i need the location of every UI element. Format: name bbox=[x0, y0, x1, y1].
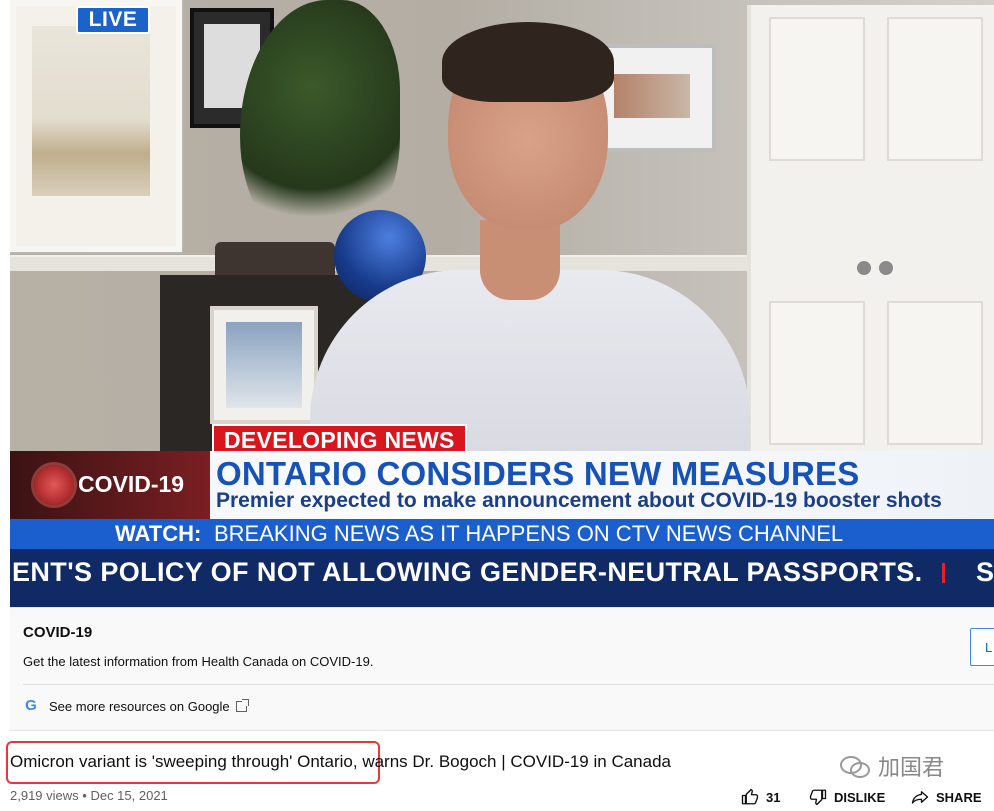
external-link-icon bbox=[235, 698, 249, 712]
person-neck bbox=[480, 220, 560, 300]
framed-photo bbox=[210, 306, 318, 424]
more-resources-link[interactable]: G See more resources on Google bbox=[23, 697, 249, 714]
view-count: 2,919 views bbox=[10, 788, 79, 803]
news-subheadline: Premier expected to make announcement ab… bbox=[216, 489, 942, 512]
share-icon bbox=[911, 791, 929, 804]
google-icon: G bbox=[25, 697, 37, 714]
learn-more-button[interactable]: L bbox=[970, 628, 994, 666]
watermark-text: 加国君 bbox=[878, 755, 945, 780]
wall-painting bbox=[10, 0, 182, 252]
virus-icon bbox=[34, 465, 74, 505]
live-badge: LIVE bbox=[76, 6, 150, 34]
news-ticker: ENT'S POLICY OF NOT ALLOWING GENDER-NEUT… bbox=[10, 549, 994, 607]
covid-logo: COVID-19 bbox=[10, 451, 210, 519]
info-panel-description[interactable]: Get the latest information from Health C… bbox=[23, 654, 373, 669]
share-label: SHARE bbox=[936, 789, 982, 805]
lower-third: COVID-19 ONTARIO CONSIDERS NEW MEASURES … bbox=[10, 451, 994, 519]
more-resources-text: See more resources on Google bbox=[49, 698, 230, 714]
dislike-label: DISLIKE bbox=[834, 789, 886, 805]
share-button[interactable]: SHARE bbox=[910, 788, 982, 806]
ticker-separator bbox=[942, 563, 945, 583]
thumbs-up-icon bbox=[741, 788, 759, 805]
door bbox=[747, 5, 994, 452]
person-hair bbox=[442, 22, 614, 102]
video-player[interactable]: LIVE DEVELOPING NEWS COVID-19 ONTARIO CO… bbox=[10, 0, 994, 607]
covid-info-panel: COVID-19 Get the latest information from… bbox=[10, 607, 994, 731]
news-headline: ONTARIO CONSIDERS NEW MEASURES bbox=[216, 455, 860, 492]
like-button[interactable]: 31 bbox=[740, 788, 780, 806]
watch-label: WATCH: bbox=[115, 521, 202, 546]
ticker-text: ENT'S POLICY OF NOT ALLOWING GENDER-NEUT… bbox=[12, 557, 923, 587]
publish-date: Dec 15, 2021 bbox=[90, 788, 168, 803]
video-title: Omicron variant is 'sweeping through' On… bbox=[10, 752, 671, 771]
wechat-watermark: 加国君 bbox=[840, 750, 944, 782]
thumbs-down-icon bbox=[809, 789, 827, 806]
info-divider bbox=[23, 684, 994, 685]
wechat-icon bbox=[840, 754, 870, 778]
watch-text: BREAKING NEWS AS IT HAPPENS ON CTV NEWS … bbox=[214, 521, 844, 546]
like-count: 31 bbox=[766, 789, 781, 805]
watch-bar: WATCH: BREAKING NEWS AS IT HAPPENS ON CT… bbox=[10, 519, 994, 549]
covid-logo-text: COVID-19 bbox=[78, 471, 185, 497]
dislike-button[interactable]: DISLIKE bbox=[808, 788, 885, 806]
ticker-next-text: S bbox=[976, 557, 994, 587]
info-panel-title: COVID-19 bbox=[23, 624, 93, 641]
video-meta: 2,919 views • Dec 15, 2021 bbox=[10, 788, 168, 803]
